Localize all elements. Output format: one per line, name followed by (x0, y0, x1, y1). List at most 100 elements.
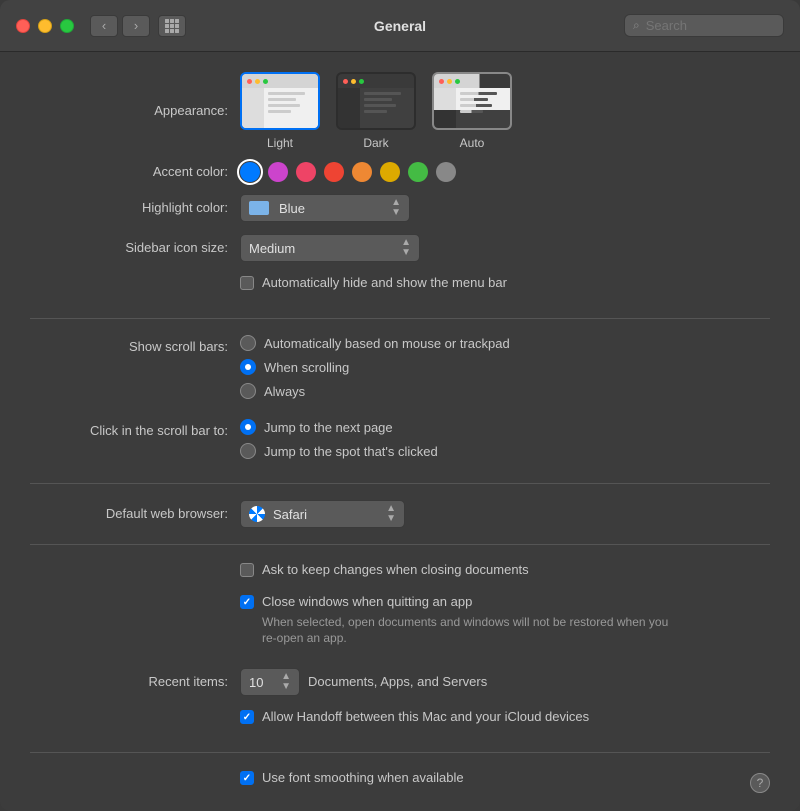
scroll-when-scrolling-radio[interactable] (240, 359, 256, 375)
click-spot-label: Jump to the spot that's clicked (264, 444, 438, 459)
scroll-bars-row: Show scroll bars: Automatically based on… (30, 335, 770, 407)
appearance-options: Light (240, 72, 512, 150)
accent-color-row: Accent color: (30, 162, 770, 182)
recent-items-dropdown[interactable]: 10 ▲▼ (240, 668, 300, 696)
accent-blue[interactable] (240, 162, 260, 182)
handoff-checkbox-row: Allow Handoff between this Mac and your … (240, 708, 589, 726)
recent-items-controls: 10 ▲▼ Documents, Apps, and Servers (240, 668, 487, 696)
recent-items-suffix: Documents, Apps, and Servers (308, 673, 487, 691)
highlight-color-label: Highlight color: (30, 198, 240, 218)
titlebar: ‹ › General ⌕ (0, 0, 800, 52)
accent-red[interactable] (324, 162, 344, 182)
scroll-always-label: Always (264, 384, 305, 399)
appearance-dark-label: Dark (363, 136, 388, 150)
scroll-bars-section: Show scroll bars: Automatically based on… (30, 335, 770, 467)
click-next-page-radio[interactable] (240, 419, 256, 435)
minimize-button[interactable] (38, 19, 52, 33)
highlight-color-dropdown[interactable]: Blue ▲▼ (240, 194, 410, 222)
close-windows-label: Close windows when quitting an app (262, 594, 472, 609)
accent-color-label: Accent color: (30, 162, 240, 182)
back-button[interactable]: ‹ (90, 15, 118, 37)
font-smoothing-section: Use font smoothing when available ? (30, 769, 770, 797)
ask-changes-checkbox[interactable] (240, 563, 254, 577)
search-icon: ⌕ (633, 18, 640, 33)
accent-green[interactable] (408, 162, 428, 182)
dropdown-arrows-icon: ▲▼ (391, 198, 401, 218)
appearance-section: Appearance: (30, 72, 770, 302)
scroll-auto-row: Automatically based on mouse or trackpad (240, 335, 510, 351)
search-input[interactable] (646, 18, 775, 33)
content-area: Appearance: (0, 52, 800, 811)
scroll-bars-options: Automatically based on mouse or trackpad… (240, 335, 510, 407)
sidebar-icon-size-dropdown[interactable]: Medium ▲▼ (240, 234, 420, 262)
highlight-color-row: Highlight color: Blue ▲▼ (30, 194, 770, 222)
grid-icon (165, 19, 179, 33)
handoff-row: Allow Handoff between this Mac and your … (30, 708, 770, 736)
handoff-checkbox[interactable] (240, 710, 254, 724)
dropdown-arrows-2-icon: ▲▼ (401, 238, 411, 258)
appearance-light[interactable]: Light (240, 72, 320, 150)
close-button[interactable] (16, 19, 30, 33)
divider-2 (30, 483, 770, 484)
appearance-label: Appearance: (30, 101, 240, 121)
browser-value: Safari (273, 507, 307, 522)
accent-yellow[interactable] (380, 162, 400, 182)
scroll-always-radio[interactable] (240, 383, 256, 399)
font-smoothing-checkbox[interactable] (240, 771, 254, 785)
font-smoothing-checkbox-label: Use font smoothing when available (262, 769, 464, 787)
font-smoothing-controls: Use font smoothing when available ? (240, 769, 770, 797)
click-scroll-options: Jump to the next page Jump to the spot t… (240, 419, 438, 467)
appearance-dark[interactable]: Dark (336, 72, 416, 150)
documents-section: Ask to keep changes when closing documen… (30, 561, 770, 736)
appearance-thumb-dark[interactable] (336, 72, 416, 130)
accent-orange[interactable] (352, 162, 372, 182)
scroll-when-scrolling-row: When scrolling (240, 359, 510, 375)
window-title: General (374, 18, 426, 34)
divider-1 (30, 318, 770, 319)
font-smoothing-row: Use font smoothing when available ? (30, 769, 770, 797)
close-windows-text: Close windows when quitting an app When … (262, 593, 682, 646)
accent-graphite[interactable] (436, 162, 456, 182)
sidebar-icon-size-label: Sidebar icon size: (30, 238, 240, 258)
close-windows-sublabel: When selected, open documents and window… (262, 614, 682, 646)
close-windows-checkbox[interactable] (240, 595, 254, 609)
appearance-thumb-light[interactable] (240, 72, 320, 130)
scroll-bars-label: Show scroll bars: (30, 335, 240, 357)
appearance-light-label: Light (267, 136, 293, 150)
click-spot-radio[interactable] (240, 443, 256, 459)
ask-changes-label: Ask to keep changes when closing documen… (262, 561, 529, 579)
browser-dropdown[interactable]: Safari ▲▼ (240, 500, 405, 528)
click-scroll-label: Click in the scroll bar to: (30, 419, 240, 441)
accent-purple[interactable] (268, 162, 288, 182)
forward-button[interactable]: › (122, 15, 150, 37)
click-next-page-label: Jump to the next page (264, 420, 393, 435)
menu-bar-checkbox-label: Automatically hide and show the menu bar (262, 274, 507, 292)
handoff-checkbox-label: Allow Handoff between this Mac and your … (262, 708, 589, 726)
recent-items-label: Recent items: (30, 672, 240, 692)
browser-row: Default web browser: Safari ▲▼ (30, 500, 770, 528)
appearance-row: Appearance: (30, 72, 770, 150)
recent-items-row: Recent items: 10 ▲▼ Documents, Apps, and… (30, 668, 770, 696)
maximize-button[interactable] (60, 19, 74, 33)
docs-options: Ask to keep changes when closing documen… (240, 561, 682, 656)
menu-bar-checkbox-row: Automatically hide and show the menu bar (240, 274, 507, 292)
traffic-lights (16, 19, 74, 33)
grid-button[interactable] (158, 15, 186, 37)
menu-bar-checkbox[interactable] (240, 276, 254, 290)
browser-label: Default web browser: (30, 504, 240, 524)
scroll-auto-radio[interactable] (240, 335, 256, 351)
accent-pink[interactable] (296, 162, 316, 182)
font-smoothing-checkbox-row: Use font smoothing when available (240, 769, 742, 787)
help-button[interactable]: ? (750, 773, 770, 793)
search-box[interactable]: ⌕ (624, 14, 784, 37)
appearance-thumb-auto[interactable] (432, 72, 512, 130)
nav-buttons: ‹ › (90, 15, 186, 37)
safari-icon (249, 506, 265, 522)
click-next-page-row: Jump to the next page (240, 419, 438, 435)
docs-row: Ask to keep changes when closing documen… (30, 561, 770, 656)
highlight-color-value: Blue (279, 201, 305, 216)
menu-bar-row: Automatically hide and show the menu bar (30, 274, 770, 302)
accent-colors (240, 162, 456, 182)
sidebar-icon-size-value: Medium (249, 241, 295, 256)
appearance-auto[interactable]: Auto (432, 72, 512, 150)
